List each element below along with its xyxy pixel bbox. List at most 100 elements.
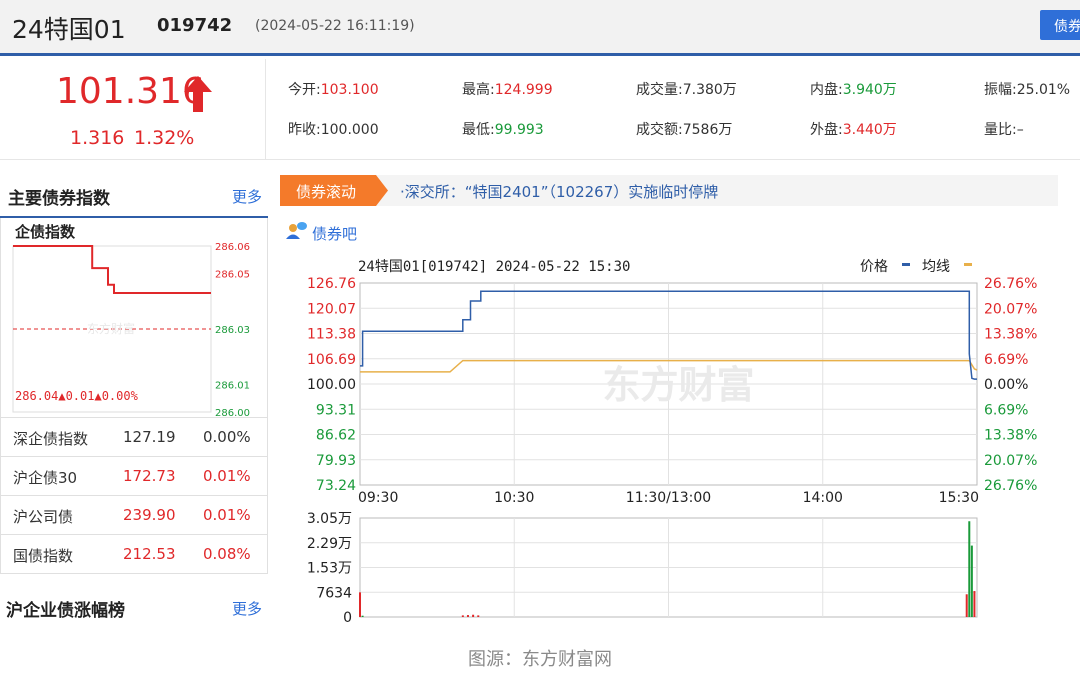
stat-value: 7.380万	[682, 82, 737, 98]
volume-bar	[472, 614, 475, 617]
stat-label: 振幅:	[984, 82, 1017, 98]
index-name: 国债指数	[13, 547, 74, 565]
stat-value: 99.993	[494, 122, 544, 138]
volume-y-tick: 3.05万	[307, 511, 352, 527]
volume-bar	[461, 615, 464, 617]
volume-bar	[968, 521, 971, 617]
corporate-bond-index-card[interactable]: 企债指数 东方财富 286.06 286.05 286.03 286.01 286.00 2…	[0, 218, 268, 418]
mini-chart-watermark: 东方财富	[87, 321, 135, 336]
stat-value: 3.440万	[842, 122, 897, 138]
y-right-tick: 13.38%	[984, 327, 1037, 343]
up-arrow-icon	[184, 76, 212, 112]
y-left-tick: 120.07	[307, 301, 356, 317]
mini-index-chart: 东方财富 286.06 286.05 286.03 286.01 286.00 286.04…	[12, 242, 250, 418]
y-left-tick: 106.69	[307, 352, 356, 368]
ticker-news-link[interactable]: ·深交所：“特国2401”（102267）实施临时停牌	[400, 181, 718, 202]
index-change-pct: 0.01%	[203, 506, 251, 524]
legend-label: 价格	[860, 259, 888, 275]
quote-stat: 昨收:100.000	[288, 119, 379, 139]
index-row[interactable]: 国债指数 212.53 0.08%	[0, 535, 268, 574]
volume-bar	[466, 615, 469, 617]
bond-name: 24特国01	[12, 15, 126, 44]
user-chat-icon[interactable]	[286, 221, 308, 241]
bond-menu-button[interactable]: 债券	[1040, 10, 1080, 40]
volume-y-tick: 1.53万	[307, 561, 352, 577]
quote-stat: 今开:103.100	[288, 79, 379, 99]
mini-chart-y-tick: 286.01	[215, 380, 250, 391]
news-ticker: 债券滚动 ·深交所：“特国2401”（102267）实施临时停牌	[280, 175, 1058, 206]
quote-stat: 成交额:7586万	[636, 119, 732, 139]
intraday-chart: 24特国01[019742] 2024-05-22 15:30 价格 均线东方财富 1…	[307, 259, 1038, 626]
stat-label: 外盘:	[810, 122, 843, 138]
volume-bar	[965, 594, 968, 617]
y-left-tick: 79.93	[316, 453, 356, 469]
y-left-tick: 113.38	[307, 327, 356, 343]
mini-chart-y-tick: 286.05	[215, 270, 250, 281]
x-tick: 09:30	[358, 490, 398, 506]
mini-chart-summary: 286.04▲0.01▲0.00%	[15, 389, 139, 403]
stat-value: –	[1016, 122, 1024, 138]
y-right-tick: 13.38%	[984, 428, 1037, 444]
price-change-pct: 1.32%	[134, 127, 195, 149]
stat-value: 100.000	[320, 122, 379, 138]
last-price: 101.316	[56, 71, 205, 112]
volume-bar	[973, 591, 976, 617]
volume-bar	[477, 615, 480, 617]
stat-value: 3.940万	[842, 82, 897, 98]
quote-stat: 最低:99.993	[462, 119, 544, 139]
index-row[interactable]: 沪企债30 172.73 0.01%	[0, 457, 268, 496]
ticker-tag-label: 债券滚动	[296, 183, 357, 201]
x-tick: 10:30	[494, 490, 534, 506]
mini-chart-y-tick: 286.06	[215, 242, 250, 253]
x-tick: 15:30	[939, 490, 979, 506]
section-title-indices: 主要债券指数	[8, 189, 110, 209]
y-right-tick: 0.00%	[984, 377, 1028, 393]
stat-label: 量比:	[984, 122, 1017, 138]
index-value: 172.73	[123, 467, 176, 485]
y-left-tick: 86.62	[316, 428, 356, 444]
index-name: 沪公司债	[13, 508, 74, 526]
index-change-pct: 0.00%	[203, 428, 251, 446]
section-title-gainers: 沪企业债涨幅榜	[6, 601, 125, 621]
legend-swatch	[964, 263, 972, 266]
stat-label: 最低:	[462, 122, 495, 138]
stat-label: 今开:	[288, 82, 321, 98]
x-tick: 14:00	[803, 490, 843, 506]
index-value: 127.19	[123, 428, 176, 446]
y-right-tick: 6.69%	[984, 352, 1028, 368]
volume-bar	[970, 545, 973, 617]
y-left-tick: 126.76	[307, 276, 356, 292]
quote-stat: 成交量:7.380万	[636, 79, 737, 99]
bond-forum-link[interactable]: 债券吧	[312, 223, 357, 244]
more-link-indices[interactable]: 更多	[232, 186, 262, 207]
stat-label: 最高:	[462, 82, 495, 98]
index-name: 沪企债30	[13, 469, 78, 487]
stat-value: 103.100	[320, 82, 379, 98]
index-row[interactable]: 深企债指数 127.19 0.00%	[0, 418, 268, 457]
price-box: 101.316 1.316 1.32%	[0, 59, 266, 159]
quote-stat: 外盘:3.440万	[810, 119, 897, 139]
index-value: 212.53	[123, 545, 176, 563]
quote-datetime: (2024-05-22 16:11:19)	[255, 18, 415, 34]
more-link-gainers[interactable]: 更多	[232, 598, 262, 619]
index-value: 239.90	[123, 506, 176, 524]
y-left-tick: 100.00	[307, 377, 356, 393]
bond-code: 019742	[157, 15, 233, 36]
legend-swatch	[902, 263, 910, 266]
mini-chart-title: 企债指数	[15, 223, 76, 241]
chart-watermark: 东方财富	[602, 363, 754, 407]
y-right-tick: 6.69%	[984, 402, 1028, 418]
stat-label: 成交量:	[636, 82, 683, 98]
quote-stat: 内盘:3.940万	[810, 79, 897, 99]
stat-label: 内盘:	[810, 82, 843, 98]
y-right-tick: 20.07%	[984, 453, 1037, 469]
volume-y-tick: 2.29万	[307, 536, 352, 552]
stat-label: 昨收:	[288, 122, 321, 138]
volume-y-tick: 0	[343, 610, 352, 626]
quote-stat: 量比:–	[984, 119, 1024, 139]
mini-chart-y-tick: 286.03	[215, 325, 250, 336]
y-right-tick: 20.07%	[984, 301, 1037, 317]
stat-value: 25.01%	[1016, 82, 1071, 98]
price-change: 1.316	[70, 127, 125, 149]
index-row[interactable]: 沪公司债 239.90 0.01%	[0, 496, 268, 535]
